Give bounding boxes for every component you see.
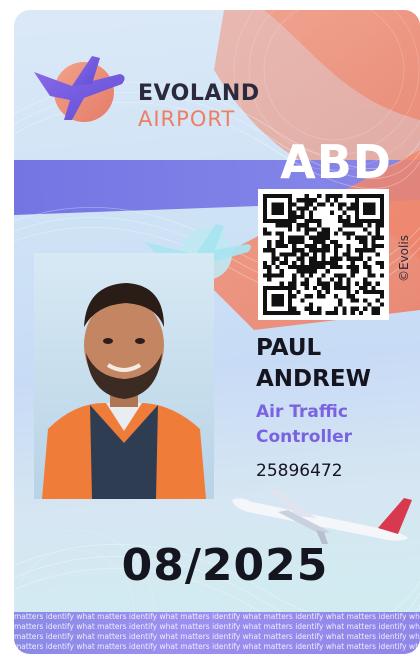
microtext-band: matters identify what matters identify w… [14,612,420,654]
plane-logo-icon [34,56,125,122]
badge-card: EVOLAND AIRPORT ABD PAUL ANDREW Air Traf… [14,10,420,654]
vertical-credit: ©Evolis [397,235,411,282]
holder-role-line2: Controller [256,427,353,447]
holder-role-line1: Air Traffic [256,402,348,422]
holder-last-name: ANDREW [256,366,371,392]
expiry-date: 08/2025 [121,540,329,591]
brand-subtitle: AIRPORT [138,107,236,131]
brand-name: EVOLAND [138,81,260,106]
holder-photo [34,253,214,499]
holder-first-name: PAUL [256,335,322,361]
badge-code: ABD [280,135,392,189]
microtext-line: matters identify what matters identify w… [14,632,420,641]
microtext-line: matters identify what matters identify w… [14,642,420,651]
holder-id-number: 25896472 [256,461,343,481]
airliner-icon [232,490,412,544]
microtext-line: matters identify what matters identify w… [14,622,420,631]
microtext-line: matters identify what matters identify w… [14,612,420,621]
qr-code [258,189,389,320]
